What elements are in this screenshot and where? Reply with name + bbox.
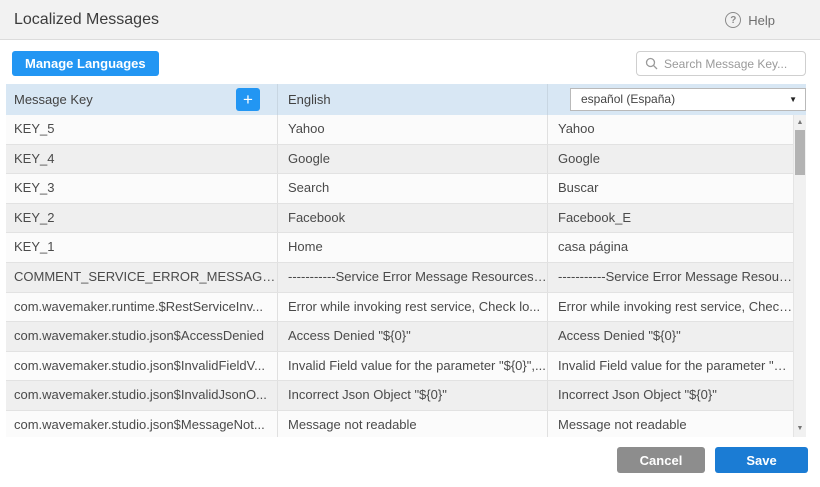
message-key-cell[interactable]: KEY_2 xyxy=(6,204,278,233)
message-key-cell[interactable]: KEY_5 xyxy=(6,115,278,144)
message-key-cell[interactable]: com.wavemaker.runtime.$RestServiceInv... xyxy=(6,293,278,322)
help-label: Help xyxy=(748,13,775,28)
search-input[interactable] xyxy=(664,57,797,71)
spanish-value-cell[interactable]: Message not readable xyxy=(548,411,793,437)
language-select-value: español (España) xyxy=(581,92,675,106)
add-message-key-button[interactable]: + xyxy=(236,88,260,111)
scroll-up-icon[interactable]: ▲ xyxy=(794,118,806,128)
english-value-cell[interactable]: Access Denied "${0}" xyxy=(278,322,548,351)
english-value-cell[interactable]: Incorrect Json Object "${0}" xyxy=(278,381,548,410)
spanish-value-cell[interactable]: Error while invoking rest service, Check… xyxy=(548,293,793,322)
search-box[interactable] xyxy=(636,51,806,76)
spanish-value-cell[interactable]: Yahoo xyxy=(548,115,793,144)
table-row[interactable]: com.wavemaker.studio.json$InvalidJsonO..… xyxy=(6,381,793,411)
english-value-cell[interactable]: Error while invoking rest service, Check… xyxy=(278,293,548,322)
help-button[interactable]: ? Help xyxy=(725,0,775,40)
english-value-cell[interactable]: Home xyxy=(278,233,548,262)
plus-icon: + xyxy=(243,90,253,109)
table-row[interactable]: com.wavemaker.studio.json$MessageNot... … xyxy=(6,411,793,437)
table-row[interactable]: COMMENT_SERVICE_ERROR_MESSAGES ---------… xyxy=(6,263,793,293)
table-row[interactable]: com.wavemaker.studio.json$InvalidFieldV.… xyxy=(6,352,793,382)
chevron-down-icon: ▼ xyxy=(789,89,797,110)
table-row[interactable]: KEY_2 Facebook Facebook_E xyxy=(6,204,793,234)
column-header-message-key: Message Key + xyxy=(6,84,278,115)
save-button[interactable]: Save xyxy=(715,447,808,473)
message-key-cell[interactable]: com.wavemaker.studio.json$InvalidFieldV.… xyxy=(6,352,278,381)
cancel-button[interactable]: Cancel xyxy=(617,447,705,473)
table-row[interactable]: KEY_5 Yahoo Yahoo xyxy=(6,115,793,145)
english-value-cell[interactable]: Message not readable xyxy=(278,411,548,437)
column-header-language: español (España) ▼ xyxy=(548,84,806,115)
table-row[interactable]: KEY_4 Google Google xyxy=(6,145,793,175)
spanish-value-cell[interactable]: Facebook_E xyxy=(548,204,793,233)
spanish-value-cell[interactable]: Incorrect Json Object "${0}" xyxy=(548,381,793,410)
table-row[interactable]: com.wavemaker.studio.json$AccessDenied A… xyxy=(6,322,793,352)
english-label: English xyxy=(288,92,331,107)
message-key-cell[interactable]: KEY_1 xyxy=(6,233,278,262)
message-key-cell[interactable]: com.wavemaker.studio.json$AccessDenied xyxy=(6,322,278,351)
table-body: KEY_5 Yahoo Yahoo KEY_4 Google Google KE… xyxy=(6,115,806,437)
title-bar: Localized Messages ? Help xyxy=(0,0,820,40)
spanish-value-cell[interactable]: Buscar xyxy=(548,174,793,203)
message-key-cell[interactable]: COMMENT_SERVICE_ERROR_MESSAGES xyxy=(6,263,278,292)
scroll-down-icon[interactable]: ▼ xyxy=(794,424,806,434)
help-icon: ? xyxy=(725,12,741,28)
english-value-cell[interactable]: Google xyxy=(278,145,548,174)
language-select[interactable]: español (España) ▼ xyxy=(570,88,806,111)
english-value-cell[interactable]: Yahoo xyxy=(278,115,548,144)
scrollbar-thumb[interactable] xyxy=(795,130,805,175)
english-value-cell[interactable]: Search xyxy=(278,174,548,203)
english-value-cell[interactable]: Facebook xyxy=(278,204,548,233)
page-title: Localized Messages xyxy=(14,0,159,39)
message-key-cell[interactable]: KEY_4 xyxy=(6,145,278,174)
english-value-cell[interactable]: Invalid Field value for the parameter "$… xyxy=(278,352,548,381)
spanish-value-cell[interactable]: Access Denied "${0}" xyxy=(548,322,793,351)
spanish-value-cell[interactable]: -----------Service Error Message Resourc… xyxy=(548,263,793,292)
message-key-cell[interactable]: com.wavemaker.studio.json$InvalidJsonO..… xyxy=(6,381,278,410)
grid-header-row: Message Key + English español (España) ▼ xyxy=(6,84,806,115)
localized-messages-dialog: Localized Messages ? Help Manage Languag… xyxy=(0,0,820,487)
table-row[interactable]: com.wavemaker.runtime.$RestServiceInv...… xyxy=(6,293,793,323)
column-header-english: English xyxy=(278,84,548,115)
search-icon xyxy=(645,57,658,70)
spanish-value-cell[interactable]: casa página xyxy=(548,233,793,262)
message-key-label: Message Key xyxy=(14,92,93,107)
table-row[interactable]: KEY_3 Search Buscar xyxy=(6,174,793,204)
messages-grid: Message Key + English español (España) ▼… xyxy=(6,84,806,437)
table-row[interactable]: KEY_1 Home casa página xyxy=(6,233,793,263)
manage-languages-button[interactable]: Manage Languages xyxy=(12,51,159,76)
spanish-value-cell[interactable]: Google xyxy=(548,145,793,174)
table-scrollbar[interactable]: ▲ ▼ xyxy=(793,115,806,437)
message-key-cell[interactable]: KEY_3 xyxy=(6,174,278,203)
english-value-cell[interactable]: -----------Service Error Message Resourc… xyxy=(278,263,548,292)
message-key-cell[interactable]: com.wavemaker.studio.json$MessageNot... xyxy=(6,411,278,437)
spanish-value-cell[interactable]: Invalid Field value for the parameter "$… xyxy=(548,352,793,381)
